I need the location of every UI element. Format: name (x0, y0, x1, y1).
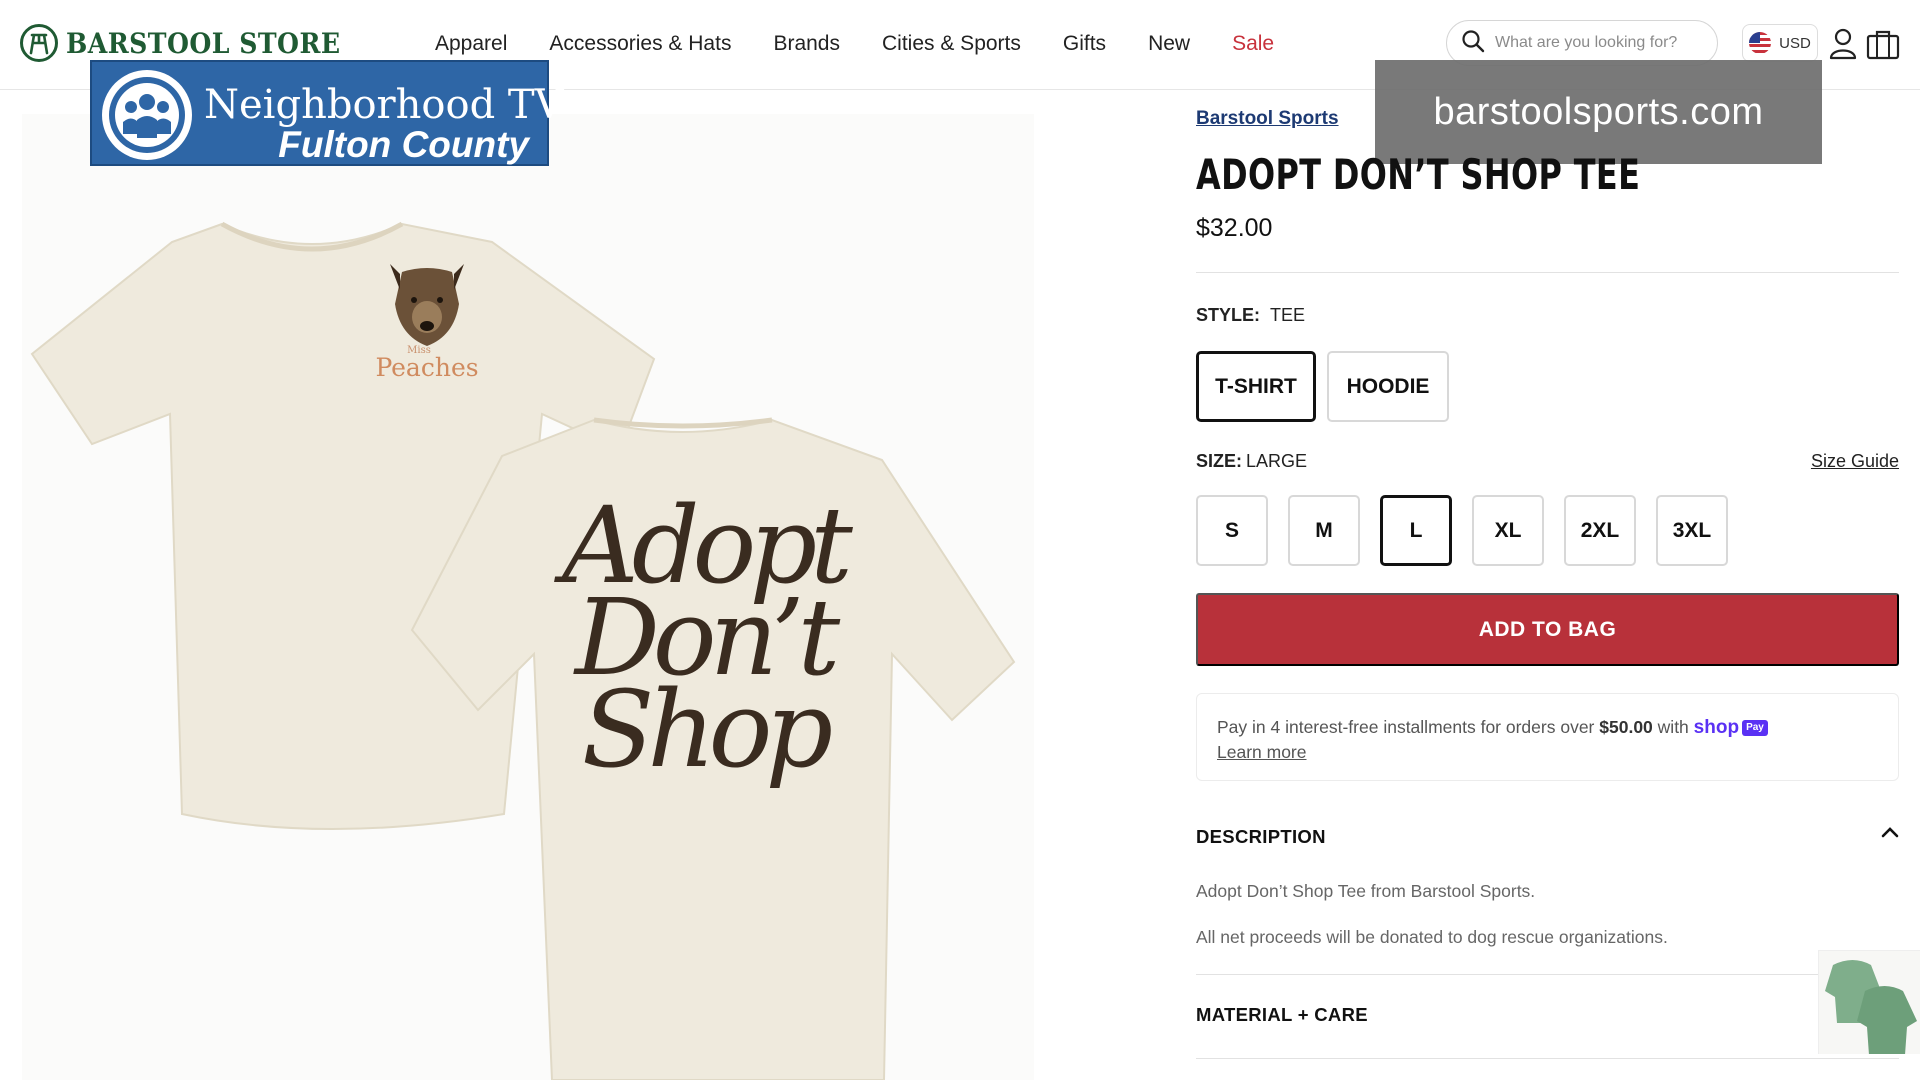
add-to-bag-button[interactable]: ADD TO BAG (1196, 593, 1899, 666)
size-option-2xl[interactable]: 2XL (1564, 495, 1636, 566)
size-label-row: SIZE: LARGE (1196, 451, 1307, 472)
logo-text: BARSTOOL STORE (66, 26, 341, 60)
style-label: STYLE: (1196, 305, 1261, 325)
shopping-bag-icon[interactable] (1866, 28, 1900, 60)
nav-item-sale[interactable]: Sale (1232, 32, 1274, 56)
barstool-logo-icon (20, 24, 58, 62)
badge-subtitle: Fulton County (278, 124, 529, 165)
search-icon[interactable] (1461, 29, 1485, 58)
style-value: TEE (1270, 305, 1306, 325)
people-icon (102, 70, 192, 160)
installments-banner: Pay in 4 interest-free installments for … (1196, 693, 1899, 781)
shop-pay-badge: Pay (1742, 720, 1768, 737)
product-price: $32.00 (1196, 214, 1273, 242)
neighborhood-tv-badge: Neighborhood TV Fulton County (90, 60, 563, 166)
nav-item-gifts[interactable]: Gifts (1063, 32, 1106, 56)
installments-threshold: $50.00 (1599, 717, 1653, 737)
divider (1196, 1058, 1899, 1059)
main-nav: Apparel Accessories & Hats Brands Cities… (435, 32, 1316, 56)
size-guide-link[interactable]: Size Guide (1811, 451, 1899, 472)
pet-name: Peaches (375, 353, 478, 382)
divider (1196, 974, 1899, 975)
search-input[interactable] (1495, 34, 1705, 52)
currency-code: USD (1779, 34, 1811, 52)
installments-text: Pay in 4 interest-free installments for … (1217, 717, 1595, 737)
recommended-product-thumbnail[interactable] (1818, 950, 1920, 1054)
chevron-up-icon[interactable] (1881, 825, 1899, 838)
badge-title: Neighborhood TV (204, 82, 564, 128)
green-hoodie-image (1825, 960, 1917, 1054)
style-option-tshirt[interactable]: T-SHIRT (1196, 351, 1316, 422)
shop-pay-logo: shop Pay (1694, 716, 1768, 740)
tshirt-illustration: Miss Peaches Adopt Don’t Shop (30, 221, 1016, 1080)
url-banner: barstoolsports.com (1375, 60, 1822, 164)
nav-item-new[interactable]: New (1148, 32, 1190, 56)
size-value: LARGE (1246, 451, 1308, 471)
material-care-heading[interactable]: MATERIAL + CARE (1196, 1004, 1368, 1026)
size-option-l[interactable]: L (1380, 495, 1452, 566)
size-option-xl[interactable]: XL (1472, 495, 1544, 566)
installments-with: with (1657, 717, 1689, 737)
nav-item-apparel[interactable]: Apparel (435, 32, 507, 56)
currency-selector[interactable]: USD (1742, 24, 1818, 62)
learn-more-link[interactable]: Learn more (1217, 742, 1307, 762)
description-line-2: All net proceeds will be donated to dog … (1196, 927, 1668, 947)
brand-link[interactable]: Barstool Sports (1196, 108, 1339, 130)
shop-logo-text: shop (1693, 717, 1740, 739)
description-line-1: Adopt Don’t Shop Tee from Barstool Sport… (1196, 881, 1536, 901)
nav-item-brands[interactable]: Brands (773, 32, 840, 56)
store-logo[interactable]: BARSTOOL STORE (20, 24, 371, 62)
print-line-shop: Shop (582, 668, 832, 791)
style-option-hoodie[interactable]: HOODIE (1327, 351, 1449, 422)
description-heading[interactable]: DESCRIPTION (1196, 826, 1326, 848)
user-icon[interactable] (1828, 28, 1858, 60)
size-label: SIZE: (1196, 451, 1243, 471)
product-image[interactable]: Miss Peaches Adopt Don’t Shop (22, 114, 1034, 1080)
nav-item-accessories-hats[interactable]: Accessories & Hats (549, 32, 731, 56)
size-option-m[interactable]: M (1288, 495, 1360, 566)
size-option-s[interactable]: S (1196, 495, 1268, 566)
us-flag-icon (1749, 32, 1772, 54)
nav-item-cities-sports[interactable]: Cities & Sports (882, 32, 1021, 56)
style-label-row: STYLE: TEE (1196, 305, 1305, 326)
product-title: ADOPT DON’T SHOP TEE (1196, 150, 1641, 199)
size-option-3xl[interactable]: 3XL (1656, 495, 1728, 566)
divider (1196, 272, 1899, 273)
